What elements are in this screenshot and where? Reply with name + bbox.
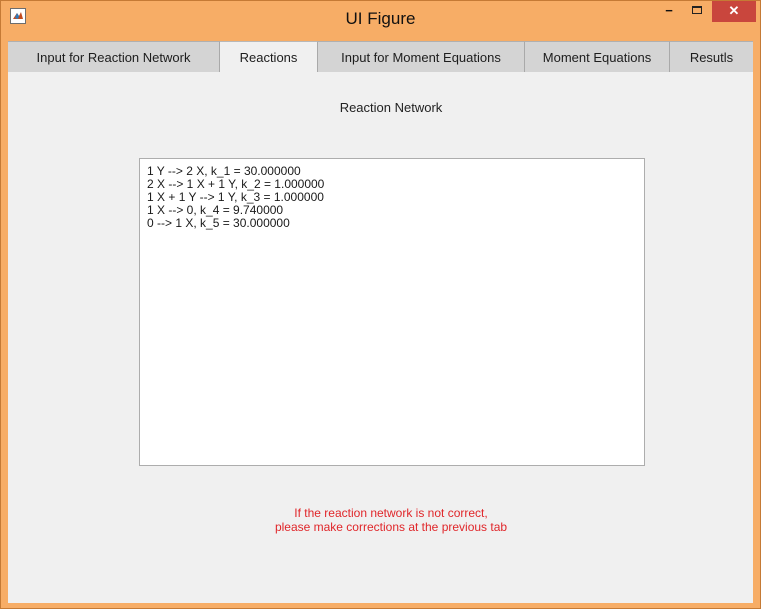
warning-line: please make corrections at the previous … bbox=[274, 520, 508, 534]
tab-input-for-moment-equations[interactable]: Input for Moment Equations bbox=[318, 41, 525, 72]
title-bar[interactable]: UI Figure − ✕ bbox=[1, 1, 760, 41]
tab-results[interactable]: Resutls bbox=[670, 41, 753, 72]
minimize-icon: − bbox=[665, 3, 673, 18]
tab-moment-equations[interactable]: Moment Equations bbox=[525, 41, 670, 72]
app-window: UI Figure − ✕ Input for Reaction Network… bbox=[0, 0, 761, 609]
tab-reactions[interactable]: Reactions bbox=[220, 41, 318, 73]
window-title: UI Figure bbox=[345, 9, 416, 28]
maximize-button[interactable] bbox=[683, 1, 711, 22]
reaction-line: 0 --> 1 X, k_5 = 30.000000 bbox=[147, 216, 290, 230]
tab-input-for-reaction-network[interactable]: Input for Reaction Network bbox=[8, 41, 220, 72]
section-title: Reaction Network bbox=[339, 100, 443, 115]
close-button[interactable]: ✕ bbox=[712, 1, 756, 22]
warning-line: If the reaction network is not correct, bbox=[294, 506, 488, 520]
maximize-icon bbox=[692, 6, 702, 14]
close-icon: ✕ bbox=[728, 3, 740, 18]
reactions-panel: Reaction Network 1 Y --> 2 X, k_1 = 30.0… bbox=[8, 72, 753, 603]
warning-message: If the reaction network is not correct, … bbox=[8, 506, 761, 534]
reaction-list[interactable]: 1 Y --> 2 X, k_1 = 30.000000 2 X --> 1 X… bbox=[139, 158, 645, 466]
tab-strip: Input for Reaction Network Reactions Inp… bbox=[8, 41, 753, 73]
minimize-button[interactable]: − bbox=[655, 1, 683, 22]
